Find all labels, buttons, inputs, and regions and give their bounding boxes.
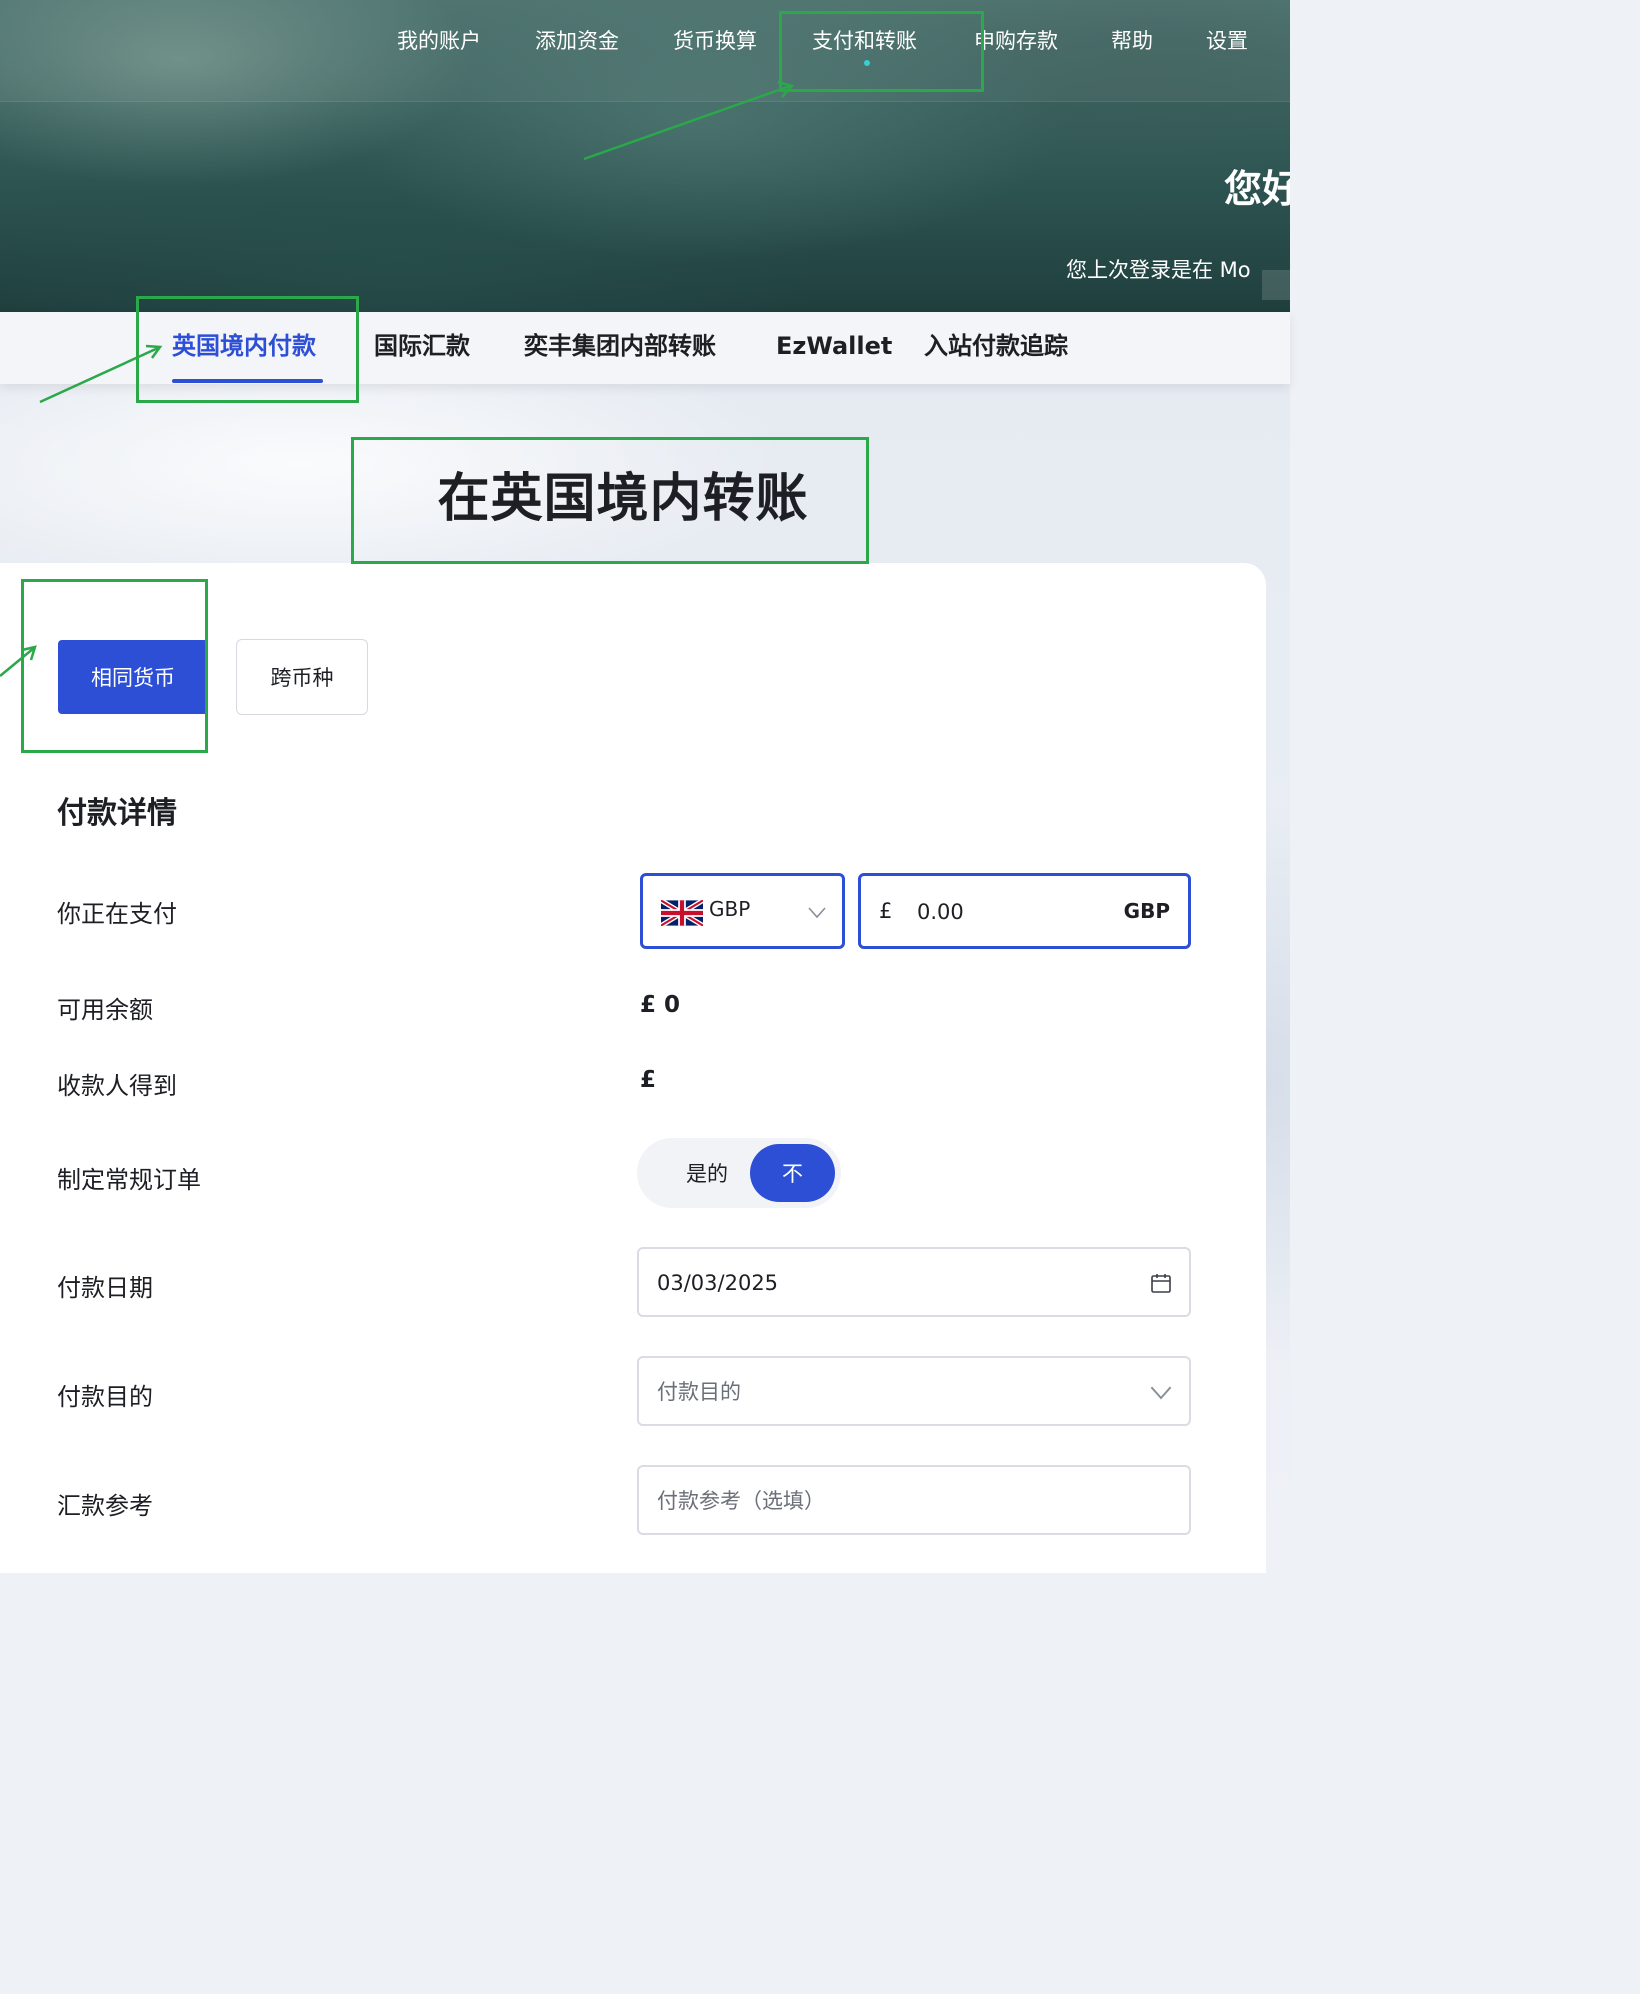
standing-order-no[interactable]: 不 [750,1144,835,1202]
tab-group-internal-transfer[interactable]: 奕丰集团内部转账 [524,330,716,362]
payment-date-field[interactable] [637,1247,1191,1317]
amount-unit: GBP [1123,899,1170,923]
active-tab-underline [172,379,323,383]
standing-order-label: 制定常规订单 [57,1166,201,1194]
hero-decoration [1262,270,1290,300]
standing-order-toggle: 是的 不 [637,1138,841,1208]
standing-order-yes[interactable]: 是的 [653,1144,761,1202]
amount-field[interactable]: £ GBP [858,873,1191,949]
nav-deposits[interactable]: 申购存款 [974,24,1058,58]
payment-reference-field[interactable] [637,1465,1191,1535]
tab-ezwallet[interactable]: EzWallet [776,330,892,362]
payment-date-label: 付款日期 [57,1274,153,1302]
available-balance-label: 可用余额 [57,996,153,1024]
tab-international-transfer[interactable]: 国际汇款 [374,330,470,362]
nav-settings[interactable]: 设置 [1206,24,1248,58]
cross-currency-button[interactable]: 跨币种 [236,639,368,715]
top-navigation: 我的账户 添加资金 货币换算 支付和转账 申购存款 帮助 设置 [0,24,1290,66]
same-currency-button[interactable]: 相同货币 [58,640,208,714]
payment-purpose-label: 付款目的 [57,1383,153,1411]
nav-add-funds[interactable]: 添加资金 [535,24,619,58]
payment-purpose-input[interactable] [657,1374,1127,1410]
payment-reference-label: 汇款参考 [57,1492,153,1520]
payments-subnav: 英国境内付款 国际汇款 奕丰集团内部转账 EzWallet 入站付款追踪 [0,312,1290,384]
chevron-down-icon [1150,1386,1172,1400]
currency-symbol: £ [879,899,893,923]
amount-input[interactable] [917,894,1107,930]
nav-payments-transfers[interactable]: 支付和转账 [812,24,917,58]
nav-my-account[interactable]: 我的账户 [397,24,481,58]
calendar-icon[interactable] [1149,1271,1173,1295]
currency-select[interactable]: GBP [640,873,845,949]
greeting-text: 您好 [1224,167,1290,211]
available-balance-value: £ 0 [640,992,681,1018]
payment-reference-input[interactable] [657,1483,1127,1519]
tab-uk-domestic-payment[interactable]: 英国境内付款 [172,330,316,362]
pay-amount-label: 你正在支付 [57,900,177,928]
active-nav-indicator [864,60,870,66]
recipient-gets-value: £ [640,1067,657,1093]
nav-help[interactable]: 帮助 [1111,24,1153,58]
recipient-gets-label: 收款人得到 [57,1072,177,1100]
chevron-down-icon [808,907,826,919]
hero-banner: 我的账户 添加资金 货币换算 支付和转账 申购存款 帮助 设置 您好 您上次登录… [0,0,1290,312]
nav-currency-exchange[interactable]: 货币换算 [673,24,757,58]
payment-date-input[interactable] [657,1265,1127,1301]
last-login-text: 您上次登录是在 Mo [1066,258,1251,282]
currency-code: GBP [709,897,751,921]
uk-flag-icon [661,900,703,926]
page-title: 在英国境内转账 [437,469,809,529]
payment-details-heading: 付款详情 [57,796,177,831]
tab-inbound-tracking[interactable]: 入站付款追踪 [924,330,1068,362]
payment-purpose-select[interactable] [637,1356,1191,1426]
